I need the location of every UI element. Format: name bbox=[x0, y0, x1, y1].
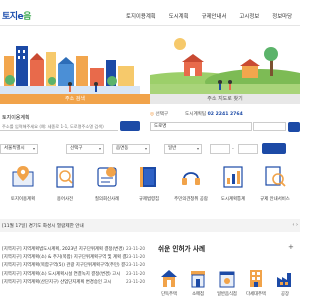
site-header: 토지e음 토지이용계획 도시계획 규제안내서 고시정보 정보마당 bbox=[0, 0, 300, 26]
sub-lot-number-input[interactable] bbox=[238, 144, 258, 154]
quick-land-use-plan[interactable]: 토지이용계획 bbox=[4, 160, 42, 204]
quick-label: 규제법령집 bbox=[138, 197, 160, 202]
case-multi-household[interactable]: 다세대주택 bbox=[243, 267, 269, 300]
case-detached-house[interactable]: 단독주택 bbox=[156, 267, 182, 300]
nav-land-use-plan[interactable]: 토지이용계획 bbox=[126, 12, 156, 20]
list-item[interactable]: [지역지구] 지역계획(소) & 주거(복합) 지구단위계획구역 및 계획 결정… bbox=[0, 254, 148, 262]
quick-menu: 토지이용계획 용어사전 질의회신사례 규제법령집 주민의견청취 공람 도시계획통… bbox=[0, 160, 300, 204]
case-restaurant[interactable]: 일반음식점 bbox=[214, 267, 240, 300]
case-label: 일반음식점 bbox=[217, 292, 237, 297]
address-search-button[interactable] bbox=[120, 121, 140, 131]
list-item[interactable]: [지역지구] 지역계획법도시계획, 2023년 지구단위계획 결정(변경) 23… bbox=[0, 246, 148, 254]
tab-address-search[interactable]: 주소 검색 bbox=[0, 94, 150, 104]
case-factory[interactable]: 공장 bbox=[272, 267, 298, 300]
nav-notice-info[interactable]: 고시정보 bbox=[239, 12, 259, 20]
quick-label: 주민의견청취 공람 bbox=[174, 197, 208, 202]
list-item[interactable]: [지역지구] 지역계획(소) 도시계획시설 연결녹지 결정(변경) 고시 23-… bbox=[0, 271, 148, 279]
factory-icon bbox=[277, 273, 291, 287]
quick-label: 규제 안내서비스 bbox=[260, 197, 290, 202]
quick-law-collection[interactable]: 규제법령집 bbox=[130, 160, 168, 204]
store-icon bbox=[191, 271, 205, 288]
case-label: 단독주택 bbox=[161, 292, 177, 297]
phone-label: 도시계획팀 bbox=[185, 112, 207, 117]
house-icon bbox=[161, 270, 177, 287]
road-search-button[interactable] bbox=[288, 122, 300, 132]
news-title: [지역지구] 지역계획(소) 도시계획시설 연결녹지 결정(변경) 고시 bbox=[2, 271, 121, 277]
quick-label: 도시계획통계 bbox=[220, 197, 246, 202]
phone-number: 02 2241 2764 bbox=[207, 112, 243, 117]
nav-urban-plan[interactable]: 도시계획 bbox=[169, 12, 189, 20]
quick-public-hearing[interactable]: 주민의견청취 공람 bbox=[172, 160, 210, 204]
contact-phone: 도시계획팀 02 2241 2764 bbox=[185, 111, 243, 117]
lot-number-dash: - bbox=[232, 146, 234, 152]
map-pin-icon bbox=[12, 166, 34, 187]
news-title: [지역지구] 지역계획(산단지구) 산업단지계획 변경승인 고시 bbox=[2, 279, 112, 285]
search-area: 토지이용계획 ◎ 선택구 도시계획팀 02 2241 2764 도로명 서울특별… bbox=[0, 108, 300, 158]
statistics-icon bbox=[223, 166, 243, 188]
news-date: 23-11-20 bbox=[126, 254, 146, 260]
quick-regulation-guide[interactable]: 규제 안내서비스 bbox=[256, 160, 294, 204]
sido-select[interactable]: 서울특별시 bbox=[0, 144, 38, 154]
news-title: [지역지구] 지역계획(복합구역(5)) 관광 지구단위계획구역(주민) 결정 bbox=[2, 263, 126, 269]
guide-search-icon bbox=[265, 166, 286, 187]
land-type-select[interactable]: 일반 bbox=[164, 144, 202, 154]
quick-dictionary[interactable]: 용어사전 bbox=[46, 160, 84, 204]
case-label: 소매점 bbox=[192, 292, 204, 297]
case-label: 다세대주택 bbox=[246, 292, 266, 297]
more-button[interactable]: + bbox=[288, 243, 294, 251]
logo-suffix: 음 bbox=[23, 12, 31, 22]
quick-label: 토지이용계획 bbox=[10, 197, 36, 202]
lot-search-button[interactable] bbox=[262, 143, 286, 154]
address-search-label: 토지이용계획 bbox=[2, 115, 30, 121]
easy-permit-section: 쉬운 인허가 사례 + 단독주택 소매점 일반음식점 다세대주택 공장 bbox=[150, 243, 300, 300]
section-title: 쉬운 인허가 사례 bbox=[158, 245, 206, 253]
quick-qna-cases[interactable]: 질의회신사례 bbox=[88, 160, 126, 204]
news-list: [지역지구] 지역계획법도시계획, 2023년 지구단위계획 결정(변경) 23… bbox=[0, 246, 148, 287]
sigungu-select[interactable]: 선택구 bbox=[66, 144, 104, 154]
dictionary-icon bbox=[56, 166, 74, 188]
quick-urban-statistics[interactable]: 도시계획통계 bbox=[214, 160, 252, 204]
nav-info-plaza[interactable]: 정보마당 bbox=[272, 12, 292, 20]
main-lot-number-input[interactable] bbox=[210, 144, 230, 154]
news-date: 23-11-20 bbox=[126, 262, 146, 268]
case-label: 공장 bbox=[281, 292, 289, 297]
dong-select[interactable]: 읍면동 bbox=[112, 144, 150, 154]
quick-label: 질의회신사례 bbox=[94, 197, 120, 202]
law-book-icon bbox=[140, 167, 156, 187]
main-nav: 토지이용계획 도시계획 규제안내서 고시정보 정보마당 bbox=[126, 12, 305, 20]
logo-prefix: 토지e bbox=[2, 12, 24, 22]
qna-icon bbox=[97, 167, 117, 187]
multi-house-icon bbox=[250, 270, 262, 287]
list-item[interactable]: [지역지구] 지역계획(복합구역(5)) 관광 지구단위계획구역(주민) 결정 … bbox=[0, 262, 148, 270]
zoom-in-link[interactable]: ◎ 선택구 bbox=[150, 111, 168, 117]
case-retail-store[interactable]: 소매점 bbox=[185, 267, 211, 300]
headset-icon bbox=[182, 172, 200, 185]
zoom-in-label: 선택구 bbox=[155, 112, 169, 117]
target-icon: ◎ bbox=[150, 112, 155, 117]
hero-banner: 주소 검색 주소 지도로 찾기 bbox=[0, 26, 300, 108]
news-title: [지역지구] 지역계획법도시계획, 2023년 지구단위계획 결정(변경) bbox=[2, 247, 124, 252]
news-date: 23-11-20 bbox=[126, 246, 146, 251]
road-address-input[interactable] bbox=[253, 122, 286, 131]
tab-map-search[interactable]: 주소 지도로 찾기 bbox=[150, 94, 300, 104]
address-input[interactable] bbox=[0, 122, 118, 131]
restaurant-icon bbox=[219, 271, 235, 288]
nav-regulation-guide[interactable]: 규제안내서 bbox=[202, 12, 227, 20]
notice-bar: [11월 17일] 경기도 화성시 열람제한 안내 ‹ › bbox=[0, 219, 300, 232]
road-type-select[interactable]: 도로명 bbox=[150, 122, 252, 131]
news-title: [지역지구] 지역계획(소) & 주거(복합) 지구단위계획구역 및 계획 결정 bbox=[2, 255, 126, 261]
news-date: 23-11-20 bbox=[126, 270, 146, 276]
list-item[interactable]: [지역지구] 지역계획(산단지구) 산업단지계획 변경승인 고시 23-11-2… bbox=[0, 279, 148, 287]
site-logo[interactable]: 토지e음 bbox=[2, 9, 31, 22]
notice-controls[interactable]: ‹ › bbox=[292, 222, 298, 228]
quick-label: 용어사전 bbox=[56, 197, 74, 202]
news-date: 23-11-20 bbox=[126, 278, 146, 284]
notice-text[interactable]: [11월 17일] 경기도 화성시 열람제한 안내 bbox=[2, 223, 84, 229]
